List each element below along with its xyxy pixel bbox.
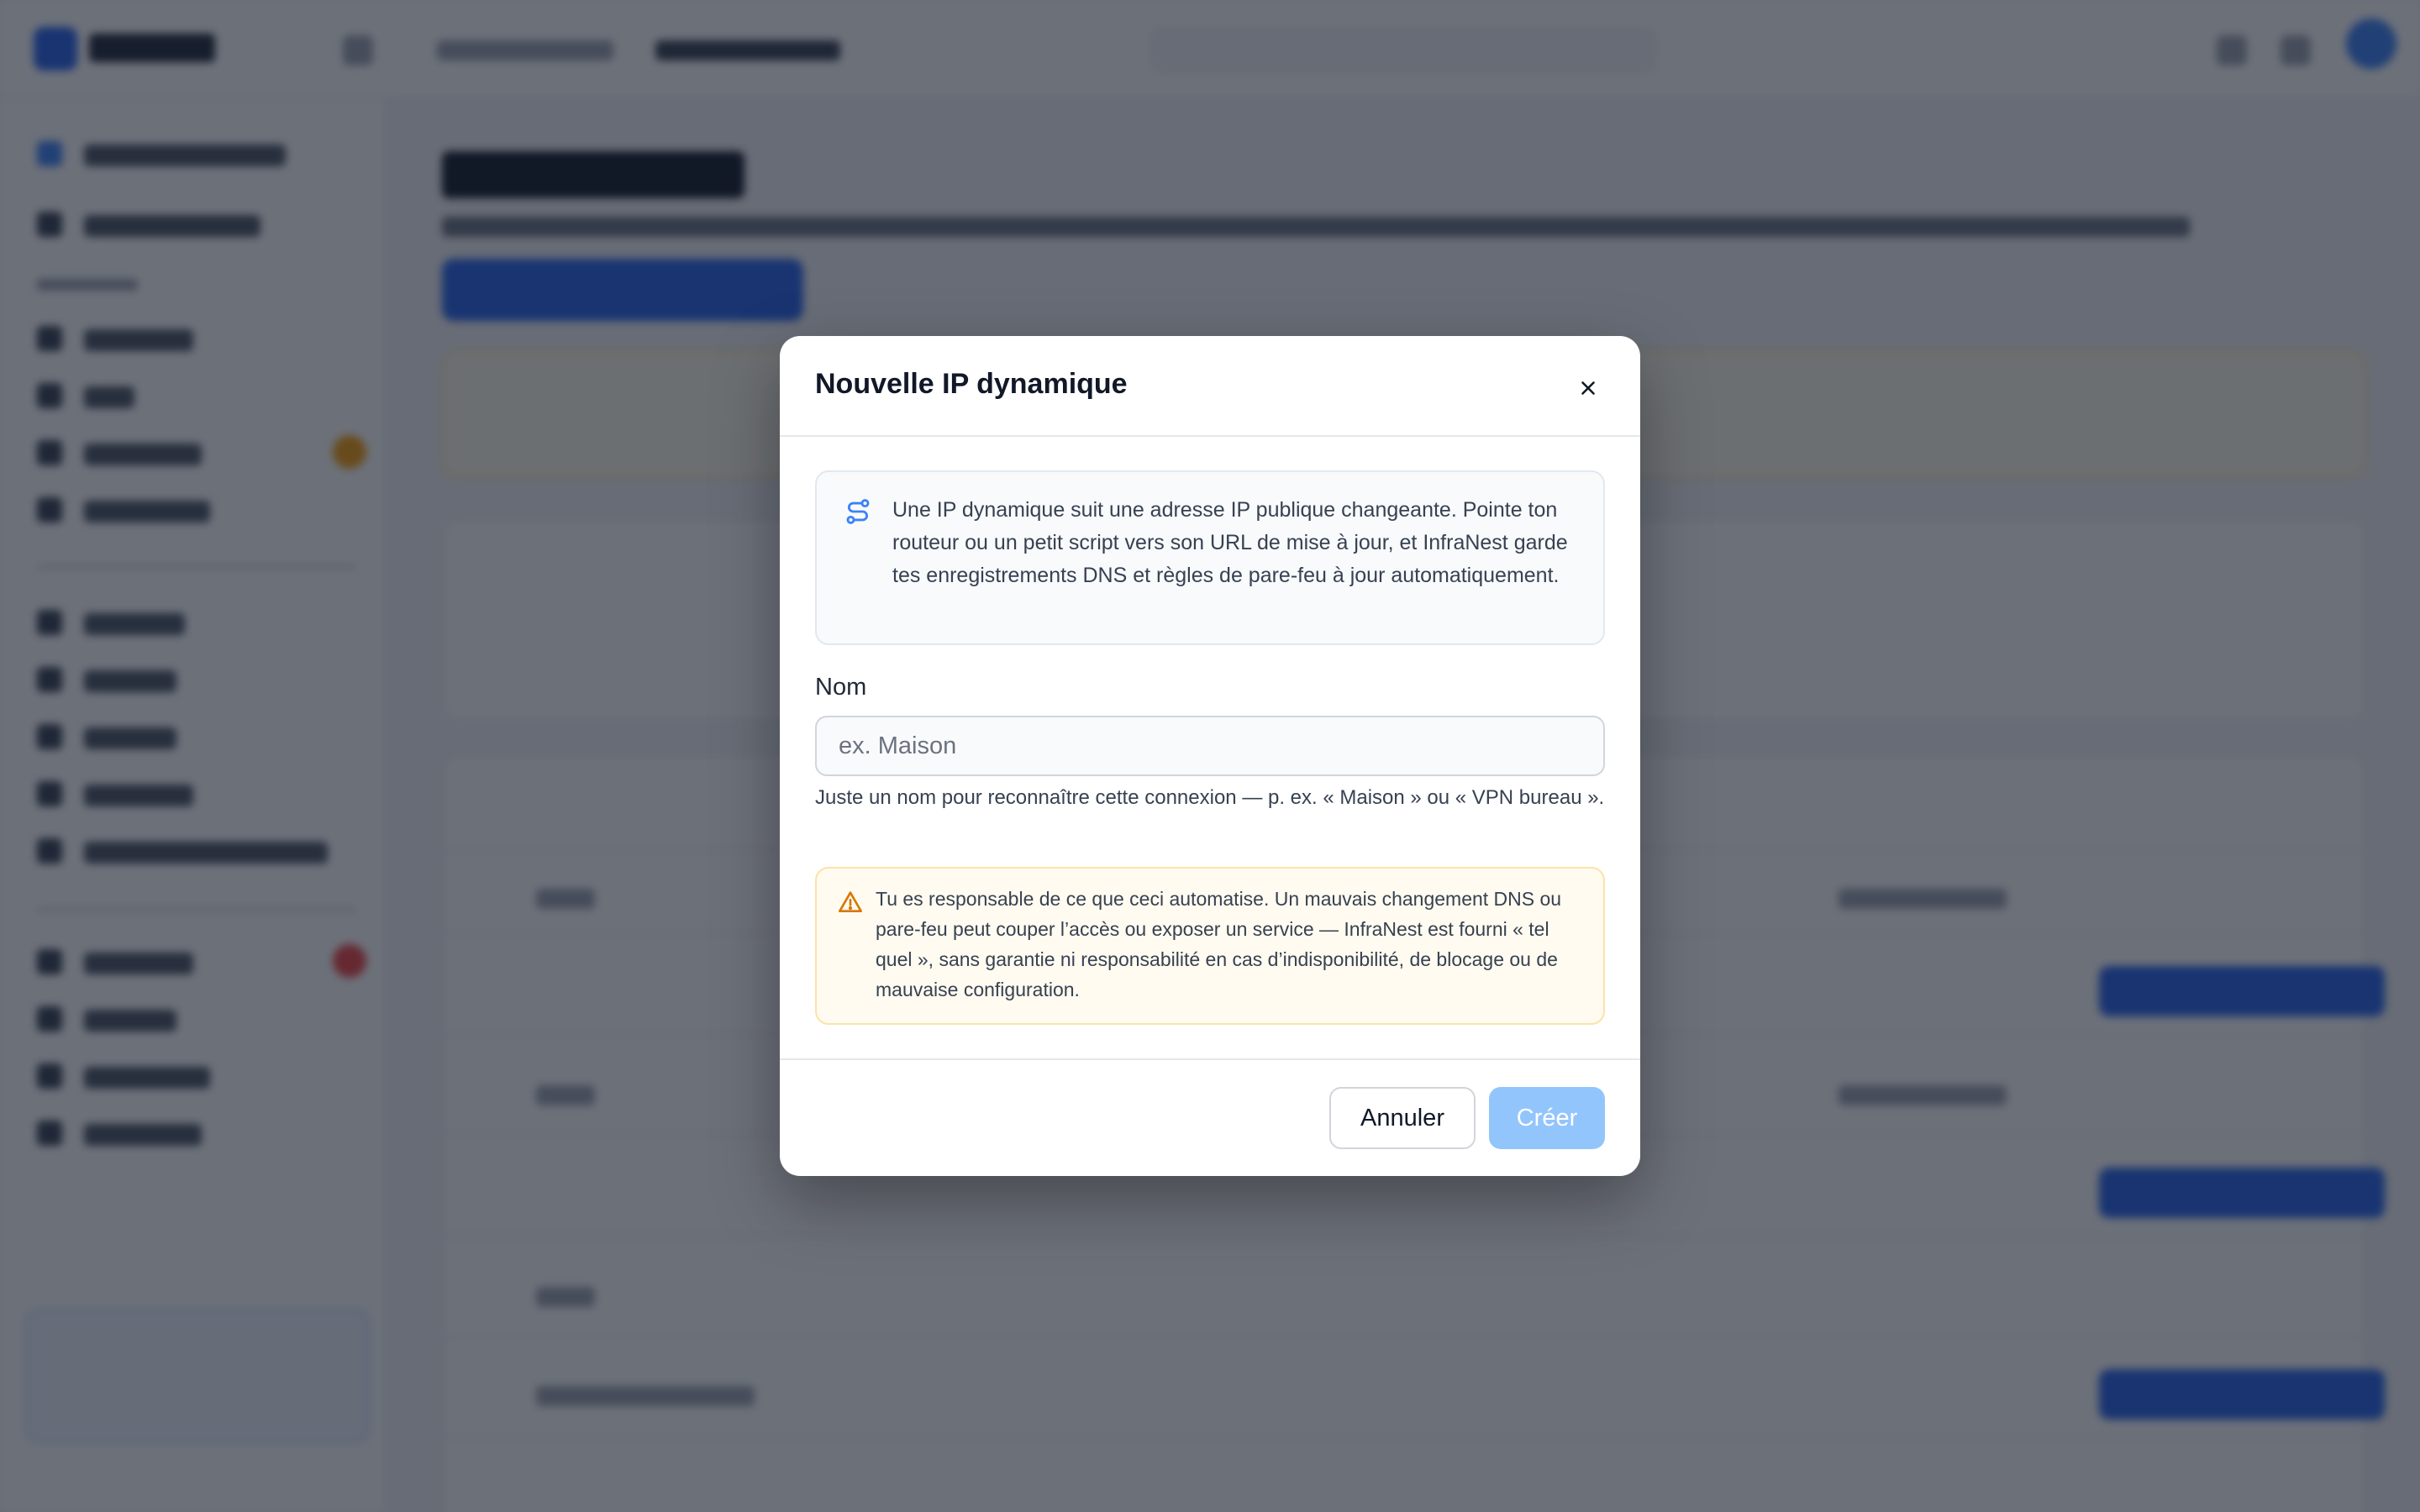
dialog-footer: Annuler Créer [780,1058,1640,1176]
info-text: Une IP dynamique suit une adresse IP pub… [892,498,1568,587]
name-label: Nom [815,674,867,701]
close-icon [1581,381,1595,395]
route-icon [846,499,870,524]
name-input[interactable] [815,716,1605,776]
info-callout: Une IP dynamique suit une adresse IP pub… [815,470,1605,645]
new-dynamic-ip-dialog: Nouvelle IP dynamique Une IP dynamique s… [780,336,1640,1176]
warning-text: Tu es responsable de ce que ceci automat… [876,888,1562,1000]
warning-icon [839,891,862,912]
name-help-text: Juste un nom pour reconnaître cette conn… [815,786,1605,809]
dialog-header: Nouvelle IP dynamique [780,336,1640,437]
dialog-title: Nouvelle IP dynamique [815,368,1128,400]
cancel-button[interactable]: Annuler [1329,1087,1476,1149]
create-button[interactable]: Créer [1489,1087,1605,1149]
liability-warning: Tu es responsable de ce que ceci automat… [815,867,1605,1025]
close-button[interactable] [1573,373,1603,403]
